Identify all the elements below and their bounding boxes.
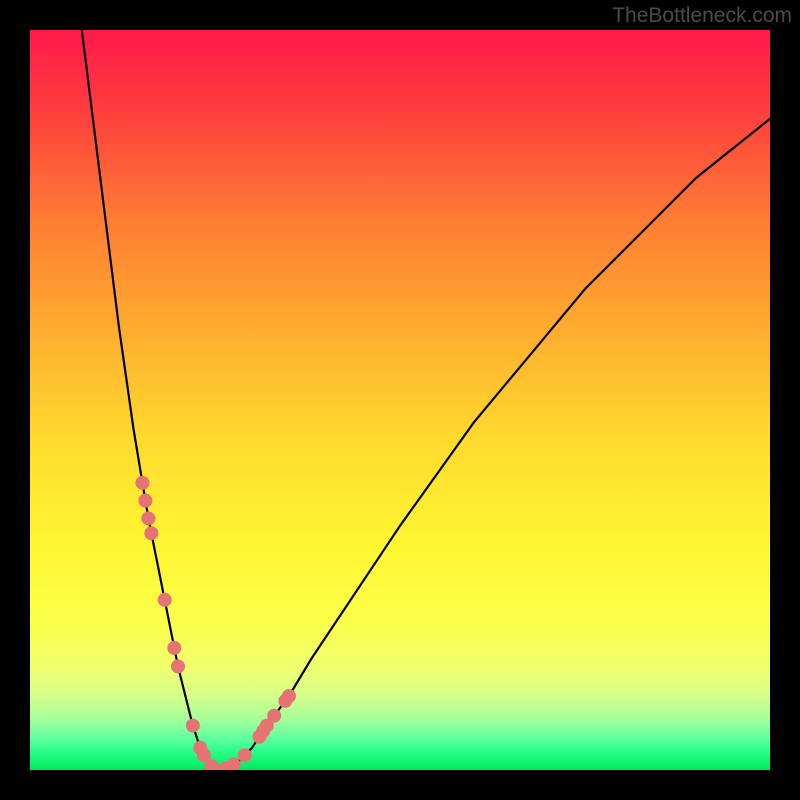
curve-marker [135,476,149,490]
curve-marker [238,748,252,762]
chart-frame: TheBottleneck.com [0,0,800,800]
bottleneck-curve [82,30,770,770]
curve-marker [171,659,185,673]
curve-marker [138,494,152,508]
curve-markers [135,476,296,770]
curve-marker [158,593,172,607]
plot-area [30,30,770,770]
watermark-text: TheBottleneck.com [612,4,792,28]
curve-marker [167,641,181,655]
curve-marker [227,757,241,770]
curve-marker [144,526,158,540]
curve-layer [30,30,770,770]
curve-marker [267,709,281,723]
curve-marker [141,511,155,525]
curve-marker [186,719,200,733]
curve-marker [282,689,296,703]
